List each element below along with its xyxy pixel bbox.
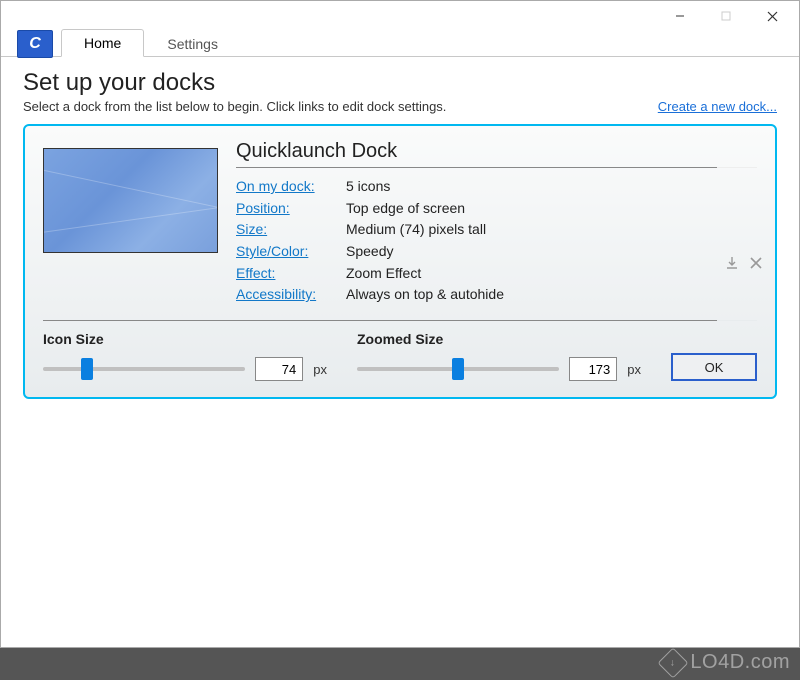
prop-position-value: Top edge of screen <box>346 198 465 220</box>
prop-size-link[interactable]: Size: <box>236 219 336 241</box>
prop-position-link[interactable]: Position: <box>236 198 336 220</box>
icon-size-label: Icon Size <box>43 331 327 347</box>
zoomed-size-unit: px <box>627 362 641 377</box>
prop-effect-link[interactable]: Effect: <box>236 263 336 285</box>
dock-preview-thumbnail[interactable] <box>43 148 218 253</box>
slider-section: Icon Size px Zoomed Size <box>43 331 757 381</box>
zoomed-size-slider[interactable] <box>357 367 559 371</box>
dock-panel: Quicklaunch Dock On my dock: 5 icons Posi… <box>23 124 777 399</box>
prop-on-my-dock-value: 5 icons <box>346 176 390 198</box>
dock-name: Quicklaunch Dock <box>236 140 757 168</box>
icon-size-unit: px <box>313 362 327 377</box>
delete-icon[interactable] <box>747 254 765 272</box>
create-dock-link[interactable]: Create a new dock... <box>658 99 777 114</box>
zoomed-size-handle[interactable] <box>452 358 464 380</box>
zoomed-size-label: Zoomed Size <box>357 331 641 347</box>
close-button[interactable] <box>749 1 795 31</box>
icon-size-handle[interactable] <box>81 358 93 380</box>
app-icon: C <box>17 30 53 58</box>
icon-size-input[interactable] <box>255 357 303 381</box>
prop-style-value: Speedy <box>346 241 393 263</box>
minimize-button[interactable] <box>657 1 703 31</box>
watermark-icon: ↓ <box>658 647 689 678</box>
subtitle-text: Select a dock from the list below to beg… <box>23 99 446 114</box>
prop-on-my-dock-link[interactable]: On my dock: <box>236 176 336 198</box>
page-subtitle: Select a dock from the list below to beg… <box>23 99 777 114</box>
tab-settings[interactable]: Settings <box>144 30 241 57</box>
page-title: Set up your docks <box>23 69 777 97</box>
prop-accessibility-value: Always on top & autohide <box>346 284 504 306</box>
panel-divider-icon <box>43 320 757 321</box>
prop-style-link[interactable]: Style/Color: <box>236 241 336 263</box>
watermark: ↓ LO4D.com <box>662 651 790 674</box>
watermark-text: LO4D.com <box>690 651 790 674</box>
icon-size-slider[interactable] <box>43 367 245 371</box>
prop-effect-value: Zoom Effect <box>346 263 421 285</box>
tab-home[interactable]: Home <box>61 29 144 57</box>
dock-action-icons <box>723 254 765 272</box>
prop-size-value: Medium (74) pixels tall <box>346 219 486 241</box>
content-area: Set up your docks Select a dock from the… <box>1 57 799 411</box>
download-icon[interactable] <box>723 254 741 272</box>
ok-button[interactable]: OK <box>671 353 757 381</box>
dock-details: Quicklaunch Dock On my dock: 5 icons Posi… <box>236 140 757 306</box>
maximize-button[interactable] <box>703 1 749 31</box>
prop-accessibility-link[interactable]: Accessibility: <box>236 284 336 306</box>
zoomed-size-input[interactable] <box>569 357 617 381</box>
app-window: C Home Settings Set up your docks Select… <box>0 0 800 648</box>
